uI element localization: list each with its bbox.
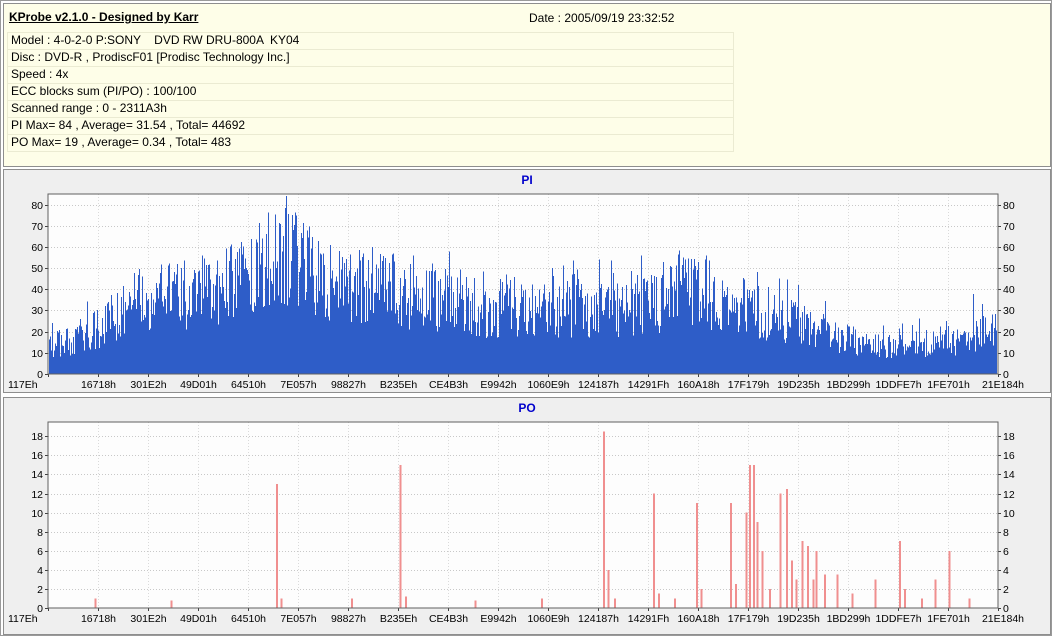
- svg-text:117Eh: 117Eh: [8, 379, 38, 391]
- kprobe-window: KProbe v2.1.0 - Designed by Karr Date : …: [0, 0, 1052, 636]
- svg-text:CE4B3h: CE4B3h: [429, 379, 468, 391]
- svg-text:64510h: 64510h: [231, 613, 266, 625]
- svg-text:7E057h: 7E057h: [280, 379, 316, 391]
- svg-text:4: 4: [1003, 565, 1009, 577]
- svg-text:49D01h: 49D01h: [180, 613, 217, 625]
- po-chart-panel: PO 0 0 2 2 4 4 6 6 8 8 10 10 12 12 14 14 16 16 18 18 117Eh 16…: [3, 397, 1051, 635]
- svg-text:21E184h: 21E184h: [982, 613, 1024, 625]
- svg-text:19D235h: 19D235h: [777, 613, 820, 625]
- scan-date: Date : 2005/09/19 23:32:52: [529, 11, 675, 25]
- svg-text:10: 10: [31, 348, 43, 360]
- info-row-disc: Disc : DVD-R , ProdiscF01 [Prodisc Techn…: [7, 50, 734, 67]
- svg-text:16: 16: [1003, 450, 1015, 462]
- svg-text:17F179h: 17F179h: [728, 613, 770, 625]
- svg-text:17F179h: 17F179h: [728, 379, 770, 391]
- svg-text:0: 0: [37, 369, 43, 381]
- svg-text:0: 0: [37, 603, 43, 615]
- svg-text:124187h: 124187h: [578, 379, 619, 391]
- info-row-model: Model : 4-0-2-0 P:SONY DVD RW DRU-800A K…: [7, 33, 734, 50]
- svg-text:CE4B3h: CE4B3h: [429, 613, 468, 625]
- svg-text:60: 60: [31, 242, 43, 254]
- svg-text:14291Fh: 14291Fh: [628, 613, 670, 625]
- svg-text:160A18h: 160A18h: [677, 379, 719, 391]
- svg-text:1060E9h: 1060E9h: [527, 613, 569, 625]
- svg-text:B235Eh: B235Eh: [380, 613, 418, 625]
- svg-text:14291Fh: 14291Fh: [628, 379, 670, 391]
- svg-text:70: 70: [31, 221, 43, 233]
- svg-text:10: 10: [1003, 348, 1015, 360]
- svg-text:18: 18: [1003, 431, 1015, 443]
- pi-chart-panel: PI 0 0 10 10 20 20 30 30 40 40 50 50 60 60 70 70 80 80 117…: [3, 169, 1051, 393]
- svg-text:2: 2: [37, 584, 43, 596]
- svg-text:E9942h: E9942h: [480, 613, 516, 625]
- svg-text:12: 12: [1003, 489, 1015, 501]
- svg-text:50: 50: [1003, 263, 1015, 275]
- svg-text:70: 70: [1003, 221, 1015, 233]
- svg-text:16718h: 16718h: [81, 379, 116, 391]
- info-row-ecc: ECC blocks sum (PI/PO) : 100/100: [7, 84, 734, 101]
- po-chart-canvas: 0 02 24 46 68 810 1012 1214 1416 1618 18117Eh 16718…: [8, 421, 1024, 625]
- svg-text:30: 30: [31, 305, 43, 317]
- svg-text:40: 40: [31, 284, 43, 296]
- svg-text:18: 18: [31, 431, 43, 443]
- svg-text:8: 8: [1003, 527, 1009, 539]
- svg-text:7E057h: 7E057h: [280, 613, 316, 625]
- svg-text:49D01h: 49D01h: [180, 379, 217, 391]
- svg-text:1060E9h: 1060E9h: [527, 379, 569, 391]
- svg-text:14: 14: [31, 469, 43, 481]
- pi-chart-canvas: 0 010 1020 2030 3040 4050 5060 6070 7080 80117Eh 1…: [8, 193, 1024, 391]
- svg-text:301E2h: 301E2h: [130, 613, 166, 625]
- svg-text:20: 20: [31, 327, 43, 339]
- pi-chart-title: PI: [521, 173, 533, 187]
- svg-text:10: 10: [1003, 508, 1015, 520]
- svg-text:16: 16: [31, 450, 43, 462]
- svg-text:98827h: 98827h: [331, 379, 366, 391]
- svg-text:117Eh: 117Eh: [8, 613, 38, 625]
- svg-text:1FE701h: 1FE701h: [927, 613, 970, 625]
- app-title: KProbe v2.1.0 - Designed by Karr: [9, 10, 199, 24]
- info-row-pi-stats: PI Max= 84 , Average= 31.54 , Total= 446…: [7, 118, 734, 135]
- svg-text:50: 50: [31, 263, 43, 275]
- info-row-po-stats: PO Max= 19 , Average= 0.34 , Total= 483: [7, 135, 734, 152]
- svg-text:124187h: 124187h: [578, 613, 619, 625]
- svg-text:1DDFE7h: 1DDFE7h: [875, 379, 921, 391]
- svg-text:64510h: 64510h: [231, 379, 266, 391]
- svg-text:160A18h: 160A18h: [677, 613, 719, 625]
- svg-text:80: 80: [1003, 200, 1015, 212]
- svg-text:40: 40: [1003, 284, 1015, 296]
- scan-info-list: Model : 4-0-2-0 P:SONY DVD RW DRU-800A K…: [7, 32, 734, 152]
- svg-text:4: 4: [37, 565, 43, 577]
- svg-text:6: 6: [37, 546, 43, 558]
- svg-text:30: 30: [1003, 305, 1015, 317]
- svg-text:10: 10: [31, 508, 43, 520]
- svg-text:80: 80: [31, 200, 43, 212]
- svg-text:1FE701h: 1FE701h: [927, 379, 970, 391]
- svg-text:2: 2: [1003, 584, 1009, 596]
- svg-text:B235Eh: B235Eh: [380, 379, 418, 391]
- svg-text:21E184h: 21E184h: [982, 379, 1024, 391]
- svg-text:19D235h: 19D235h: [777, 379, 820, 391]
- svg-text:98827h: 98827h: [331, 613, 366, 625]
- po-chart-title: PO: [518, 401, 536, 415]
- svg-text:8: 8: [37, 527, 43, 539]
- svg-text:1DDFE7h: 1DDFE7h: [875, 613, 921, 625]
- svg-text:12: 12: [31, 489, 43, 501]
- svg-text:6: 6: [1003, 546, 1009, 558]
- info-row-speed: Speed : 4x: [7, 67, 734, 84]
- header-panel: KProbe v2.1.0 - Designed by Karr Date : …: [3, 3, 1051, 167]
- svg-text:E9942h: E9942h: [480, 379, 516, 391]
- title-row: KProbe v2.1.0 - Designed by Karr Date : …: [4, 4, 1050, 30]
- svg-text:60: 60: [1003, 242, 1015, 254]
- svg-text:1BD299h: 1BD299h: [827, 379, 871, 391]
- svg-text:14: 14: [1003, 469, 1015, 481]
- info-row-scanned-range: Scanned range : 0 - 2311A3h: [7, 101, 734, 118]
- svg-text:16718h: 16718h: [81, 613, 116, 625]
- svg-text:1BD299h: 1BD299h: [827, 613, 871, 625]
- svg-text:20: 20: [1003, 327, 1015, 339]
- svg-text:301E2h: 301E2h: [130, 379, 166, 391]
